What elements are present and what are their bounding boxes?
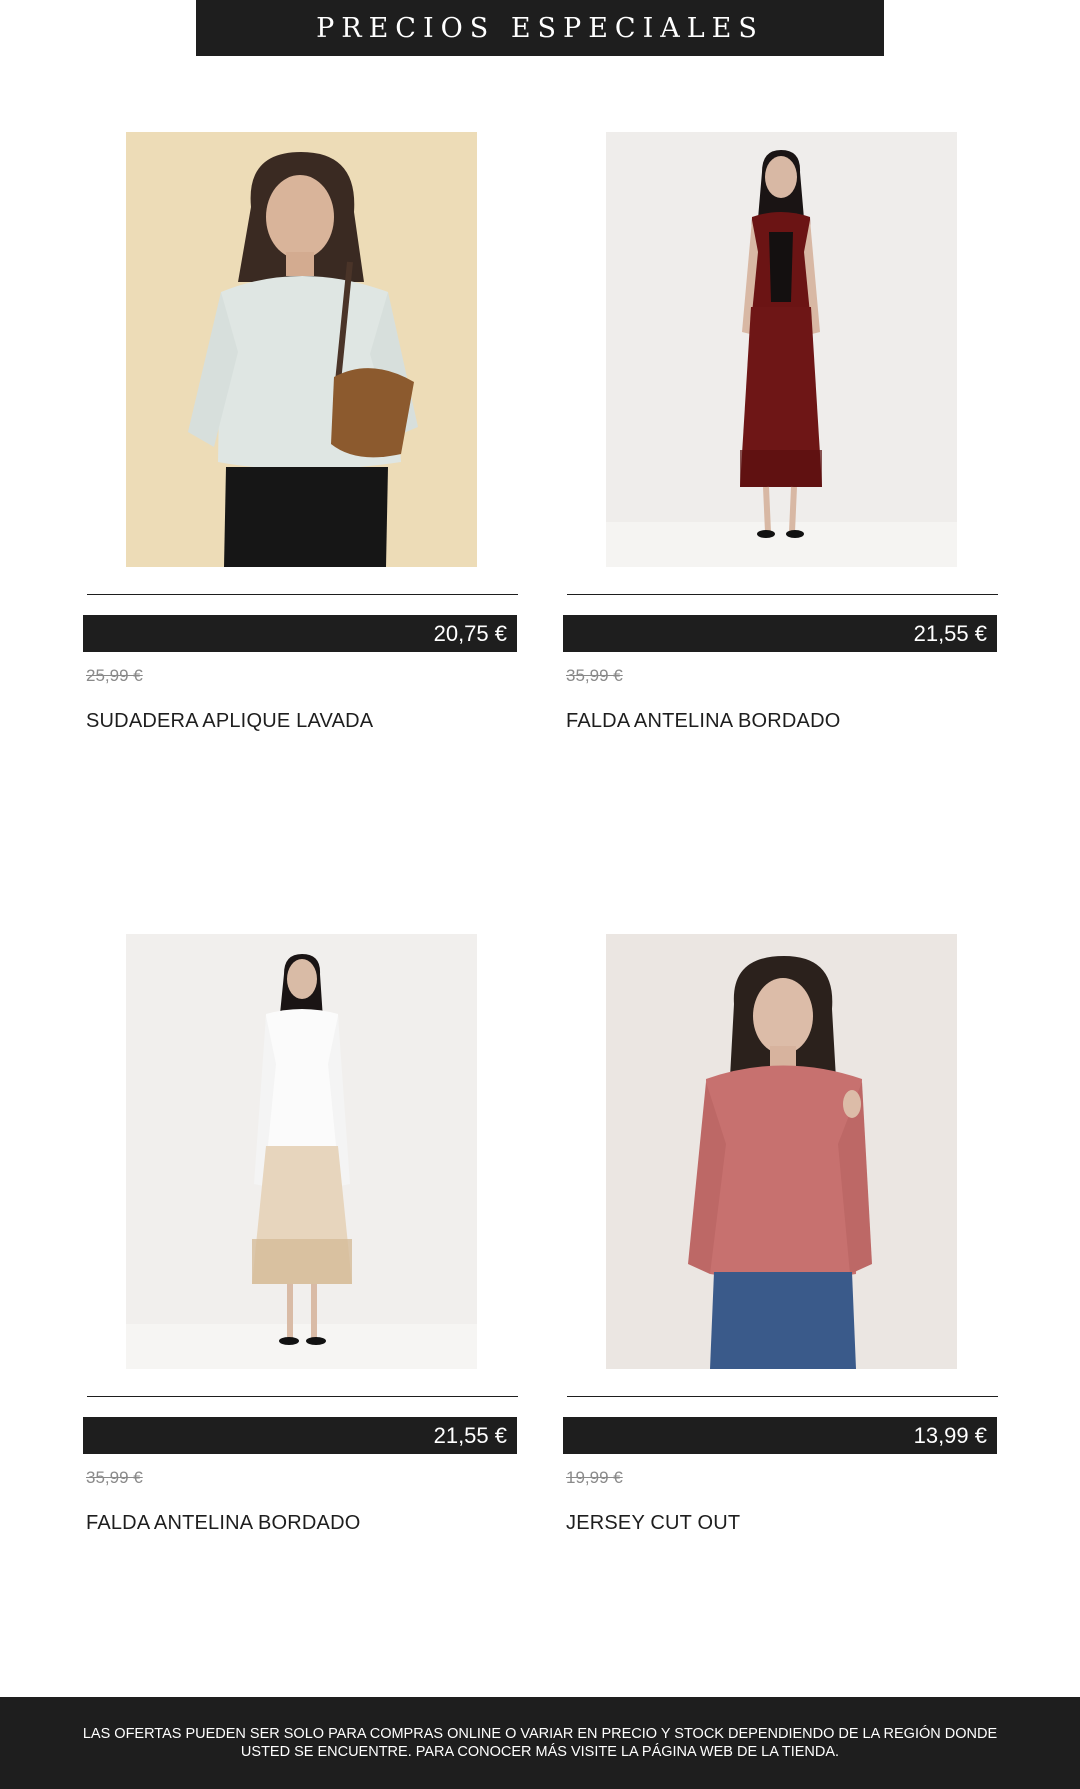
product-card[interactable]: 13,99 € 19,99 € JERSEY CUT OUT bbox=[562, 934, 998, 1574]
product-name-link[interactable]: FALDA ANTELINA BORDADO bbox=[566, 710, 841, 733]
product-card[interactable]: 20,75 € 25,99 € SUDADERA APLIQUE LAVADA bbox=[82, 132, 518, 772]
product-image[interactable] bbox=[126, 934, 477, 1369]
sale-price-bar: 21,55 € bbox=[83, 1417, 517, 1454]
divider bbox=[87, 594, 518, 595]
original-price: 35,99 € bbox=[566, 666, 623, 685]
sale-price-bar: 20,75 € bbox=[83, 615, 517, 652]
product-name-link[interactable]: JERSEY CUT OUT bbox=[566, 1512, 740, 1535]
product-photo bbox=[126, 934, 477, 1369]
product-photo bbox=[606, 132, 957, 567]
sale-price: 21,55 € bbox=[433, 1422, 507, 1448]
product-image[interactable] bbox=[606, 132, 957, 567]
footer-disclaimer: LAS OFERTAS PUEDEN SER SOLO PARA COMPRAS… bbox=[0, 1697, 1080, 1789]
product-image[interactable] bbox=[606, 934, 957, 1369]
product-photo bbox=[126, 132, 477, 567]
original-price: 19,99 € bbox=[566, 1468, 623, 1487]
divider bbox=[567, 594, 998, 595]
product-photo bbox=[606, 934, 957, 1369]
divider bbox=[567, 1396, 998, 1397]
disclaimer-text: LAS OFERTAS PUEDEN SER SOLO PARA COMPRAS… bbox=[82, 1726, 998, 1760]
divider bbox=[87, 1396, 518, 1397]
sale-price-bar: 13,99 € bbox=[563, 1417, 997, 1454]
sale-price-bar: 21,55 € bbox=[563, 615, 997, 652]
sale-price: 20,75 € bbox=[433, 620, 507, 646]
promo-banner: PRECIOS ESPECIALES bbox=[196, 0, 884, 56]
sale-price: 13,99 € bbox=[913, 1422, 987, 1448]
product-card[interactable]: 21,55 € 35,99 € FALDA ANTELINA BORDADO bbox=[562, 132, 998, 772]
original-price: 35,99 € bbox=[86, 1468, 143, 1487]
original-price: 25,99 € bbox=[86, 666, 143, 685]
product-name-link[interactable]: SUDADERA APLIQUE LAVADA bbox=[86, 710, 373, 733]
product-name-link[interactable]: FALDA ANTELINA BORDADO bbox=[86, 1512, 361, 1535]
product-image[interactable] bbox=[126, 132, 477, 567]
product-card[interactable]: 21,55 € 35,99 € FALDA ANTELINA BORDADO bbox=[82, 934, 518, 1574]
banner-title: PRECIOS ESPECIALES bbox=[316, 12, 764, 44]
sale-price: 21,55 € bbox=[913, 620, 987, 646]
